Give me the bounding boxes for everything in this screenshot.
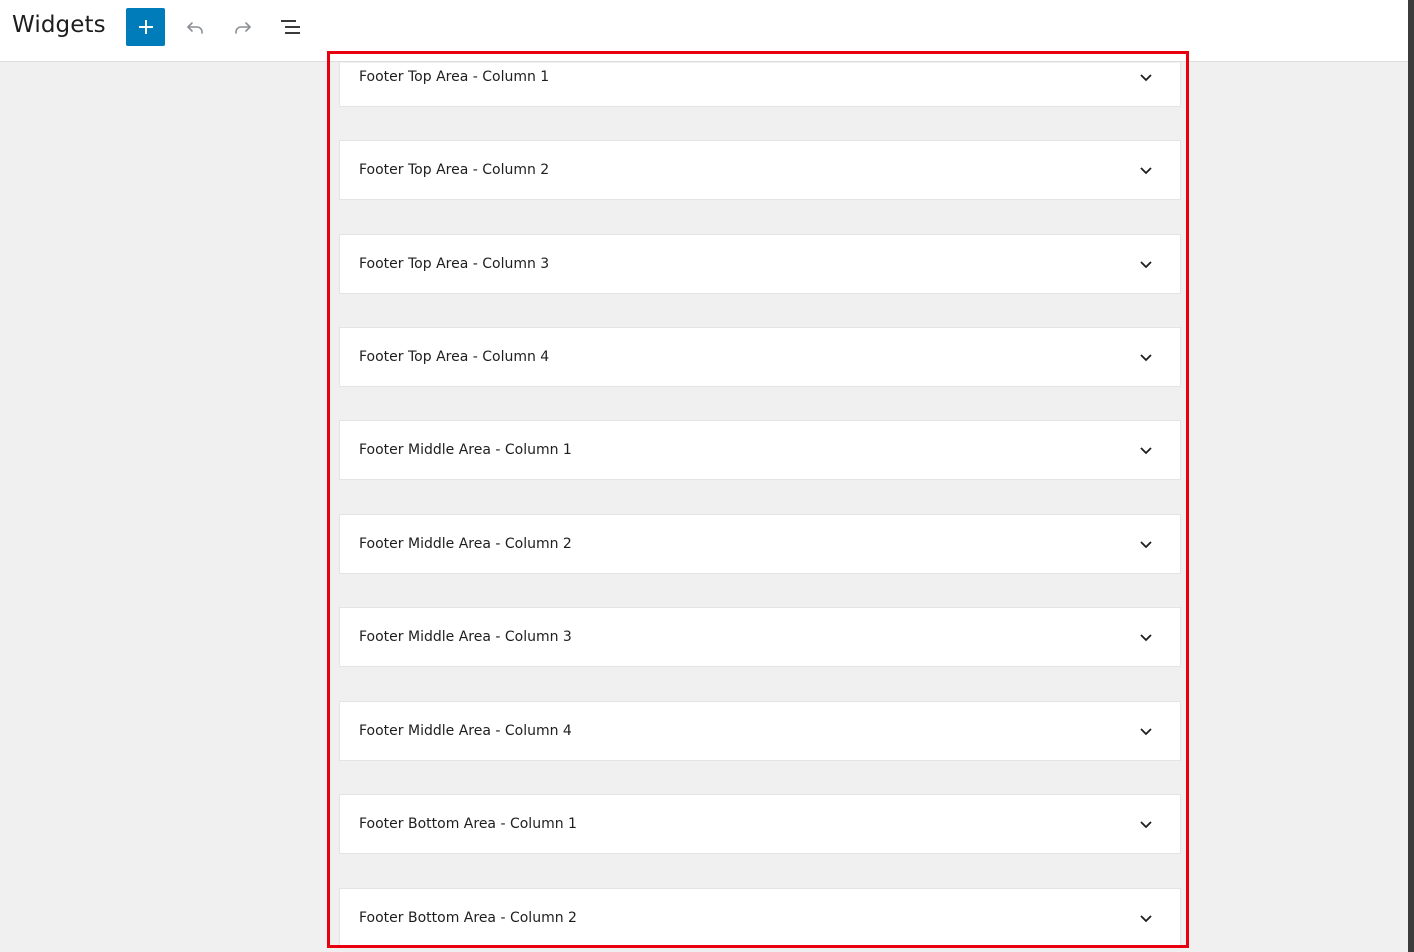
widget-area-title: Footer Bottom Area - Column 2: [359, 910, 577, 926]
widget-area-title: Footer Middle Area - Column 3: [359, 629, 572, 645]
chevron-down-icon[interactable]: [1138, 629, 1154, 645]
chevron-down-icon[interactable]: [1138, 910, 1154, 926]
redo-button[interactable]: [228, 12, 258, 42]
redo-icon: [235, 22, 251, 34]
widget-area-panel[interactable]: Footer Top Area - Column 4: [339, 327, 1181, 387]
plus-icon: [138, 20, 153, 34]
chevron-down-icon[interactable]: [1138, 69, 1154, 85]
widget-area-title: Footer Top Area - Column 4: [359, 349, 550, 365]
list-view-button[interactable]: [276, 12, 306, 42]
widget-area-title: Footer Middle Area - Column 4: [359, 723, 572, 739]
chevron-down-icon[interactable]: [1138, 536, 1154, 552]
chevron-down-icon[interactable]: [1138, 816, 1154, 832]
widget-area-panel[interactable]: Footer Top Area - Column 3: [339, 234, 1181, 294]
chevron-down-icon[interactable]: [1138, 442, 1154, 458]
widget-area-panel[interactable]: Footer Bottom Area - Column 1: [339, 794, 1181, 854]
widget-area-title: Footer Top Area - Column 3: [359, 256, 550, 272]
widget-area-title: Footer Bottom Area - Column 1: [359, 816, 577, 832]
chevron-down-icon[interactable]: [1138, 349, 1154, 365]
widget-area-title: Footer Middle Area - Column 1: [359, 442, 572, 458]
widget-area-panel[interactable]: Footer Middle Area - Column 2: [339, 514, 1181, 574]
widget-area-title: Footer Top Area - Column 2: [359, 162, 550, 178]
chevron-down-icon[interactable]: [1138, 256, 1154, 272]
window-edge: [1408, 0, 1414, 952]
list-view-icon: [281, 20, 300, 34]
undo-icon: [187, 22, 203, 34]
add-block-button[interactable]: [126, 8, 165, 46]
chevron-down-icon[interactable]: [1138, 723, 1154, 739]
widget-area-panel[interactable]: Footer Top Area - Column 1: [339, 63, 1181, 107]
widget-area-panel[interactable]: Footer Middle Area - Column 1: [339, 420, 1181, 480]
widget-area-panel[interactable]: Footer Bottom Area - Column 2: [339, 888, 1181, 948]
widget-areas-canvas: Footer Top Area - Column 1 Footer Top Are…: [0, 63, 1408, 952]
undo-button[interactable]: [180, 12, 210, 42]
chevron-down-icon[interactable]: [1138, 162, 1154, 178]
editor-header: Widgets: [0, 0, 1408, 62]
widget-area-panel[interactable]: Footer Middle Area - Column 3: [339, 607, 1181, 667]
page-title: Widgets: [12, 12, 106, 38]
widget-area-title: Footer Middle Area - Column 2: [359, 536, 572, 552]
widget-area-panel[interactable]: Footer Middle Area - Column 4: [339, 701, 1181, 761]
widget-area-title: Footer Top Area - Column 1: [359, 69, 550, 85]
widgets-editor-page: Widgets Footer Top Area - Column 1Footer…: [0, 0, 1414, 952]
widget-area-panel[interactable]: Footer Top Area - Column 2: [339, 140, 1181, 200]
